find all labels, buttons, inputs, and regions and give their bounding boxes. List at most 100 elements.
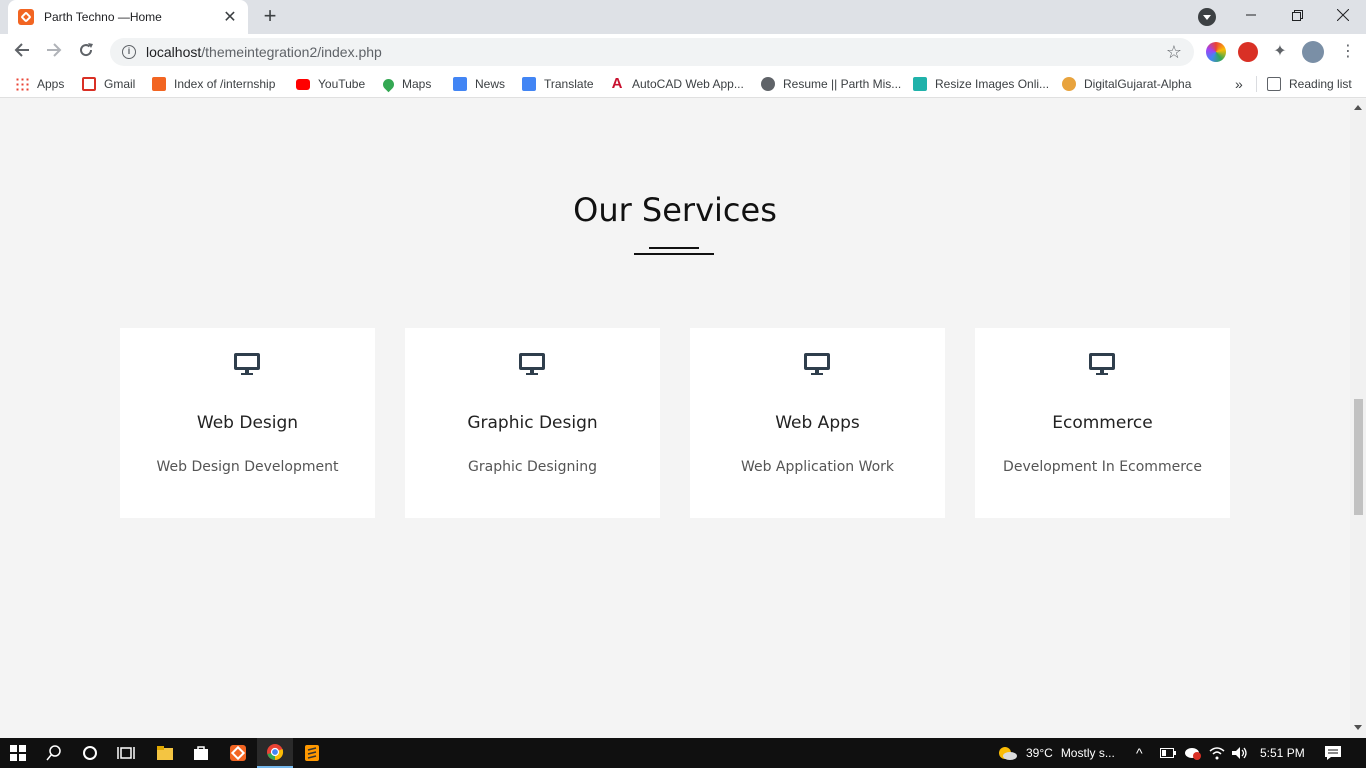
bookmark-label: Resume || Parth Mis... bbox=[783, 77, 902, 91]
close-window-button[interactable] bbox=[1320, 0, 1366, 30]
weather-widget[interactable]: 39°C Mostly s... bbox=[996, 738, 1115, 768]
digitalgujarat-icon bbox=[1062, 77, 1076, 91]
autocad-icon: A bbox=[611, 75, 623, 92]
reading-list-label: Reading list bbox=[1289, 77, 1352, 91]
bookmark-internship[interactable]: Index of /internship bbox=[152, 75, 275, 93]
bookmark-maps[interactable]: Maps bbox=[380, 75, 432, 93]
desktop-icon bbox=[234, 353, 260, 375]
scroll-up-arrow-icon[interactable] bbox=[1354, 105, 1362, 110]
bookmark-label: Gmail bbox=[104, 77, 136, 91]
chrome-taskbar-button[interactable] bbox=[257, 738, 293, 768]
bookmark-label: Index of /internship bbox=[174, 77, 276, 91]
xampp-taskbar-button[interactable] bbox=[220, 738, 256, 768]
bookmark-news[interactable]: News bbox=[453, 75, 505, 93]
bookmark-digitalgujarat[interactable]: DigitalGujarat-Alpha bbox=[1062, 75, 1191, 93]
bookmark-youtube[interactable]: YouTube bbox=[296, 75, 365, 93]
scroll-down-arrow-icon[interactable] bbox=[1354, 725, 1362, 730]
minimize-icon bbox=[1246, 14, 1256, 16]
adblock-extension-icon[interactable] bbox=[1238, 42, 1258, 62]
volume-tray[interactable] bbox=[1231, 738, 1249, 768]
bookmark-autocad[interactable]: A AutoCAD Web App... bbox=[610, 75, 744, 93]
maps-pin-icon bbox=[380, 76, 397, 92]
chrome-icon bbox=[267, 744, 284, 761]
cortana-button[interactable] bbox=[72, 738, 108, 768]
chevron-double-right-icon: » bbox=[1235, 76, 1243, 92]
color-picker-extension-icon[interactable] bbox=[1206, 42, 1226, 62]
new-tab-button[interactable]: + bbox=[258, 5, 282, 29]
bookmark-star-icon[interactable]: ☆ bbox=[1166, 42, 1182, 63]
bookmark-label: DigitalGujarat-Alpha bbox=[1084, 77, 1192, 91]
battery-icon bbox=[1160, 748, 1176, 758]
page-viewport: Our Services Web Design Web Design Devel… bbox=[0, 99, 1350, 738]
more-bookmarks-button[interactable]: » bbox=[1235, 75, 1243, 93]
task-view-button[interactable] bbox=[108, 738, 144, 768]
youtube-icon bbox=[296, 78, 310, 90]
show-hidden-icons-button[interactable]: ^ bbox=[1136, 738, 1143, 768]
close-icon bbox=[1337, 9, 1349, 21]
news-icon bbox=[453, 77, 467, 91]
reload-icon bbox=[80, 43, 93, 57]
start-button[interactable] bbox=[0, 738, 36, 768]
browser-menu-icon[interactable]: ⋮ bbox=[1338, 42, 1358, 62]
site-info-icon[interactable]: i bbox=[122, 45, 136, 59]
profile-avatar[interactable] bbox=[1302, 41, 1324, 63]
service-card-web-apps[interactable]: Web Apps Web Application Work bbox=[690, 328, 945, 518]
bookmarks-bar: Apps Gmail Index of /internship YouTube … bbox=[0, 70, 1366, 98]
gmail-icon bbox=[82, 77, 96, 91]
bookmark-apps[interactable]: Apps bbox=[15, 75, 64, 93]
reading-list-button[interactable]: Reading list bbox=[1267, 75, 1352, 93]
reload-button[interactable] bbox=[74, 40, 98, 64]
action-center-button[interactable] bbox=[1324, 738, 1342, 768]
bookmark-label: Apps bbox=[37, 77, 65, 91]
close-tab-icon[interactable]: ✕ bbox=[222, 7, 238, 27]
service-card-ecommerce[interactable]: Ecommerce Development In Ecommerce bbox=[975, 328, 1230, 518]
store-bag-icon bbox=[194, 746, 208, 760]
sublime-text-icon bbox=[305, 745, 319, 761]
bookmark-resume[interactable]: Resume || Parth Mis... bbox=[761, 75, 901, 93]
card-description: Graphic Designing bbox=[468, 459, 597, 475]
battery-tray[interactable] bbox=[1160, 738, 1176, 768]
clock[interactable]: 5:51 PM bbox=[1260, 738, 1305, 768]
desktop-icon bbox=[519, 353, 545, 375]
desktop-icon bbox=[804, 353, 830, 375]
notification-icon bbox=[1325, 746, 1341, 760]
xampp-icon bbox=[230, 745, 246, 761]
url-host: localhost bbox=[146, 44, 202, 60]
restore-button[interactable] bbox=[1274, 0, 1320, 30]
service-card-web-design[interactable]: Web Design Web Design Development bbox=[120, 328, 375, 518]
bookmark-label: News bbox=[475, 77, 506, 91]
file-explorer-button[interactable] bbox=[147, 738, 183, 768]
sublime-taskbar-button[interactable] bbox=[294, 738, 330, 768]
card-title: Web Design bbox=[196, 413, 299, 433]
task-view-icon bbox=[117, 747, 135, 759]
apps-grid-icon bbox=[15, 77, 29, 91]
folder-icon bbox=[157, 746, 173, 760]
service-card-graphic-design[interactable]: Graphic Design Graphic Designing bbox=[405, 328, 660, 518]
extensions-puzzle-icon[interactable]: ✦ bbox=[1270, 42, 1290, 62]
card-title: Graphic Design bbox=[467, 413, 598, 433]
clock-time: 5:51 PM bbox=[1260, 746, 1305, 760]
card-description: Web Design Development bbox=[156, 459, 339, 475]
onedrive-tray[interactable] bbox=[1184, 738, 1202, 768]
search-button[interactable] bbox=[36, 738, 72, 768]
section-title: Our Services bbox=[573, 191, 777, 229]
wifi-tray[interactable] bbox=[1209, 738, 1225, 768]
xampp-icon bbox=[152, 77, 166, 91]
browser-tab[interactable]: Parth Techno —Home ✕ bbox=[8, 0, 248, 34]
bookmark-gmail[interactable]: Gmail bbox=[82, 75, 135, 93]
minimize-button[interactable] bbox=[1228, 0, 1274, 30]
bookmark-resize-images[interactable]: Resize Images Onli... bbox=[913, 75, 1049, 93]
card-title: Web Apps bbox=[775, 413, 860, 433]
desktop-icon bbox=[1089, 353, 1115, 375]
back-button[interactable] bbox=[10, 40, 34, 64]
address-bar[interactable]: i localhost/themeintegration2/index.php … bbox=[110, 38, 1194, 66]
scrollbar-thumb[interactable] bbox=[1354, 399, 1363, 515]
bookmark-label: Maps bbox=[402, 77, 432, 91]
bookmark-translate[interactable]: Translate bbox=[522, 75, 594, 93]
resize-icon bbox=[913, 77, 927, 91]
forward-button[interactable] bbox=[42, 40, 66, 64]
store-button[interactable] bbox=[183, 738, 219, 768]
tab-search-icon[interactable] bbox=[1198, 8, 1216, 26]
page-scrollbar[interactable] bbox=[1350, 99, 1366, 738]
browser-toolbar: i localhost/themeintegration2/index.php … bbox=[0, 34, 1366, 70]
